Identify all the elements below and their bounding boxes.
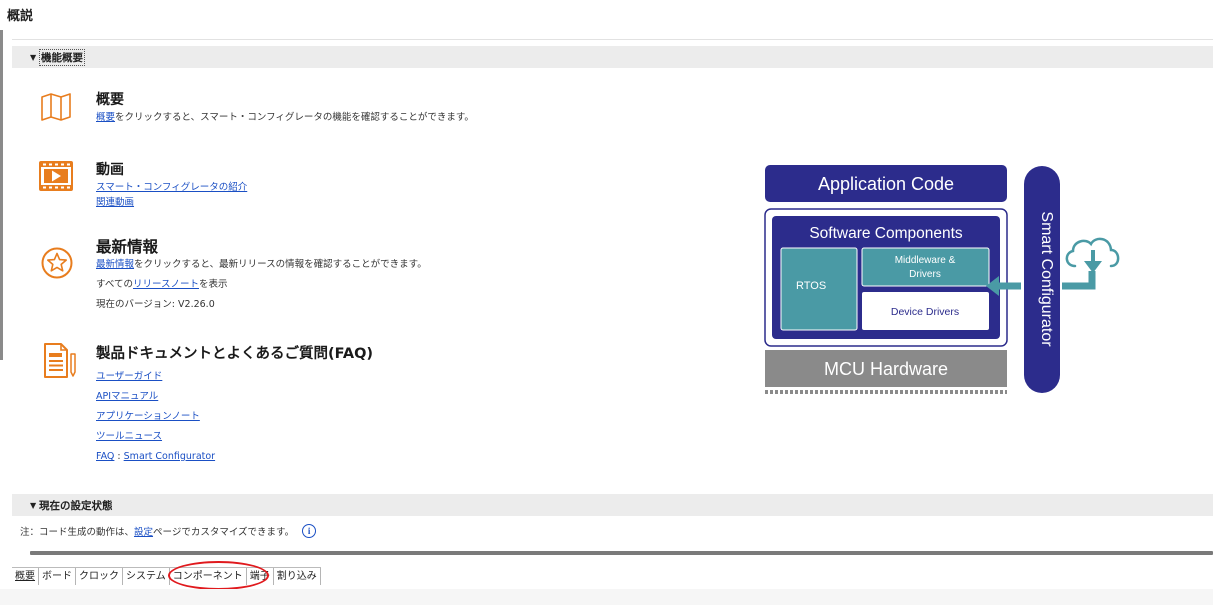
overview-link[interactable]: 概要 — [96, 112, 115, 123]
news-desc-text: をクリックすると、最新リリースの情報を確認することができます。 — [134, 259, 427, 270]
cloud-download-icon — [1065, 237, 1120, 273]
overview-title: 概要 — [96, 92, 124, 108]
application-code-label: Application Code — [818, 174, 954, 194]
left-edge-strip — [0, 30, 3, 360]
news-link[interactable]: 最新情報 — [96, 259, 134, 270]
tab-system[interactable]: システム — [123, 568, 170, 585]
video-link-intro: スマート・コンフィグレータの紹介 — [96, 181, 247, 194]
cloud-connector — [1062, 271, 1096, 290]
docs-title: 製品ドキュメントとよくあるご質問(FAQ) — [96, 346, 374, 362]
tab-clock[interactable]: クロック — [76, 568, 123, 585]
docs-item: 製品ドキュメントとよくあるご質問(FAQ) ユーザーガイド APIマニュアル ア… — [96, 345, 373, 463]
section-header-features[interactable]: ▼ 機能概要 — [12, 46, 1213, 68]
overview-item: 概要 概要をクリックすると、スマート・コンフィグレータの機能を確認することができ… — [96, 91, 474, 124]
tab-pins[interactable]: 端子 — [247, 568, 274, 585]
smart-configurator-label: Smart Configurator — [1038, 211, 1055, 347]
faq-smart-configurator-link[interactable]: Smart Configurator — [124, 451, 215, 462]
mcu-hardware-label: MCU Hardware — [824, 359, 948, 379]
settings-note: 注：コード生成の動作は、 設定 ページでカスタマイズできます。 i — [20, 524, 317, 538]
video-item: 動画 スマート・コンフィグレータの紹介 関連動画 — [96, 161, 247, 209]
faq-row: FAQ : Smart Configurator — [96, 450, 373, 463]
device-drivers-label: Device Drivers — [891, 306, 959, 318]
document-icon — [41, 342, 77, 384]
video-icon — [38, 160, 74, 196]
settings-link[interactable]: 設定 — [134, 524, 153, 538]
tab-interrupts[interactable]: 割り込み — [274, 568, 321, 585]
middleware-drivers-label: Drivers — [909, 269, 941, 280]
map-icon — [40, 93, 72, 125]
api-manual-link[interactable]: APIマニュアル — [96, 391, 158, 402]
release-prefix: すべての — [96, 279, 133, 290]
middleware-label: Middleware & — [895, 255, 956, 266]
app-notes-link[interactable]: アプリケーションノート — [96, 411, 200, 422]
section-label-current-settings: 現在の設定状態 — [39, 499, 113, 512]
faq-link[interactable]: FAQ — [96, 451, 114, 462]
docs-link-row: ツールニュース — [96, 430, 373, 443]
software-components-label: Software Components — [809, 225, 963, 242]
news-item: 最新情報 最新情報をクリックすると、最新リリースの情報を確認することができます。… — [96, 238, 427, 311]
editor-tab-bar: 概要 ボード クロック システム コンポーネント 端子 割り込み — [12, 567, 321, 585]
middleware-block — [861, 247, 990, 287]
status-strip — [0, 589, 1213, 605]
tab-overview[interactable]: 概要 — [12, 568, 39, 585]
collapse-caret-icon[interactable]: ▼ — [30, 501, 36, 510]
docs-link-row: APIマニュアル — [96, 390, 373, 403]
star-badge-icon — [39, 245, 75, 285]
docs-link-row: ユーザーガイド — [96, 370, 373, 383]
news-description: 最新情報をクリックすると、最新リリースの情報を確認することができます。 — [96, 258, 427, 271]
video-intro-link[interactable]: スマート・コンフィグレータの紹介 — [96, 182, 247, 193]
architecture-diagram: Application Code Software Components RTO… — [764, 165, 1120, 394]
tool-news-link[interactable]: ツールニュース — [96, 431, 162, 442]
overview-desc-text: をクリックすると、スマート・コンフィグレータの機能を確認することができます。 — [115, 112, 474, 123]
info-icon[interactable]: i — [302, 524, 317, 538]
page-title: 概説 — [7, 9, 34, 24]
note-suffix: ページでカスタマイズできます。 — [153, 527, 295, 538]
release-notes-link[interactable]: リリースノート — [133, 279, 199, 290]
user-guide-link[interactable]: ユーザーガイド — [96, 371, 162, 382]
release-suffix: を表示 — [199, 279, 228, 290]
section-header-current-settings[interactable]: ▼ 現在の設定状態 — [12, 494, 1213, 516]
related-videos-link[interactable]: 関連動画 — [96, 197, 134, 208]
news-title: 最新情報 — [96, 238, 159, 256]
note-prefix: 注：コード生成の動作は、 — [20, 527, 135, 538]
video-title: 動画 — [96, 162, 124, 178]
faq-separator: : — [114, 451, 124, 462]
section-label-features: 機能概要 — [39, 48, 85, 66]
collapse-caret-icon[interactable]: ▼ — [30, 53, 36, 62]
release-notes-line: すべてのリリースノートを表示 — [96, 278, 427, 291]
current-version: 現在のバージョン: V2.26.0 — [96, 299, 215, 310]
video-link-related: 関連動画 — [96, 196, 247, 209]
docs-link-row: アプリケーションノート — [96, 410, 373, 423]
horizontal-scrollbar[interactable] — [30, 551, 1213, 555]
tab-components[interactable]: コンポーネント — [170, 568, 247, 585]
title-divider — [12, 39, 1213, 40]
tab-board[interactable]: ボード — [39, 568, 76, 585]
rtos-label: RTOS — [796, 280, 826, 292]
overview-description: 概要をクリックすると、スマート・コンフィグレータの機能を確認することができます。 — [96, 111, 474, 124]
